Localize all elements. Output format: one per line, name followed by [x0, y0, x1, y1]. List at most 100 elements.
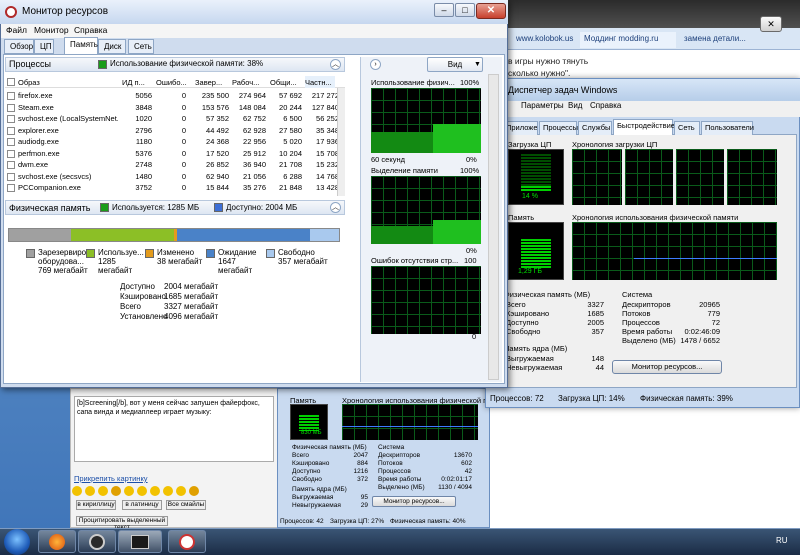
col-private[interactable]: Частн...	[305, 76, 335, 88]
summary-total-value: 3327 мегабайт	[164, 302, 219, 311]
process-name[interactable]: PCCompanion.exe	[18, 183, 118, 192]
browser-close-icon[interactable]: ✕	[760, 16, 782, 32]
browser-tab-1[interactable]: www.kolobok.us	[512, 32, 574, 48]
rm-tab-cpu[interactable]: ЦП	[34, 39, 54, 54]
tm2-menu-view[interactable]: Вид	[568, 101, 582, 110]
start-button[interactable]	[4, 529, 30, 555]
process-checkbox[interactable]	[7, 149, 15, 158]
graph2-max: 100%	[460, 166, 480, 175]
process-cell: 3752	[135, 183, 152, 192]
process-name[interactable]: svchost.exe (secsvcs)	[18, 172, 118, 181]
process-cell: 62 928	[243, 125, 266, 135]
tm3-kernel-table: Выгружаемая 95 Невыгружаемая 29	[292, 494, 368, 509]
process-cell: 15 844	[206, 183, 229, 192]
browser-tab-2[interactable]: Моддинг modding.ru	[580, 32, 676, 48]
all-smileys-button[interactable]: Все смайлы	[166, 500, 206, 510]
tm2-menu-options[interactable]: Параметры	[521, 101, 564, 110]
col-image[interactable]: Образ	[18, 78, 113, 87]
col-shareable[interactable]: Общи...	[270, 78, 302, 87]
maximize-icon[interactable]: □	[455, 3, 475, 17]
tm2-tab-network[interactable]: Сеть	[674, 121, 700, 135]
taskbar-taskmgr-icon[interactable]	[118, 530, 162, 553]
rm-menu-help[interactable]: Справка	[74, 25, 107, 35]
col-working-set[interactable]: Рабоч...	[232, 78, 264, 87]
language-indicator[interactable]: RU	[776, 536, 788, 545]
tm2-menu-help[interactable]: Справка	[590, 101, 621, 110]
smiley-icon[interactable]	[111, 486, 121, 496]
process-name[interactable]: audiodg.exe	[18, 137, 118, 146]
taskbar-steam-icon[interactable]	[78, 530, 116, 553]
process-checkbox[interactable]	[7, 138, 15, 146]
tm2-resource-monitor-button[interactable]: Монитор ресурсов...	[612, 360, 722, 374]
tm2-system-title: Система	[622, 290, 653, 299]
rm-tab-overview[interactable]: Обзор	[4, 39, 34, 54]
tm2-system-table: Дескрипторов 20965 Потоков 779 Процессов 72…	[622, 300, 720, 345]
graph2-title: Выделение памяти	[371, 166, 438, 175]
process-checkbox[interactable]	[7, 92, 15, 100]
summary-installed-label: Установлено	[120, 312, 168, 321]
browser-tab-3[interactable]: замена детали...	[680, 32, 780, 48]
category-swatch	[266, 249, 275, 258]
tm3-system-table: Дескрипторов 13670 Потоков 602 Процессов 42…	[378, 452, 472, 491]
process-cell: 57 692	[279, 91, 302, 100]
attach-image-link[interactable]: Прикрепить картинку	[74, 474, 148, 483]
smiley-icon[interactable]	[163, 486, 173, 496]
taskbar-firefox-icon[interactable]	[38, 530, 76, 553]
minimize-icon[interactable]: –	[434, 3, 454, 17]
process-name[interactable]: explorer.exe	[18, 126, 118, 135]
graph2-commit	[371, 176, 481, 244]
category-swatch	[86, 249, 95, 258]
taskbar-perfmon-icon[interactable]	[168, 530, 206, 553]
smiley-icon[interactable]	[72, 486, 82, 496]
process-name[interactable]: Steam.exe	[18, 103, 118, 112]
graph-pane-scrollbar[interactable]	[488, 74, 499, 380]
rm-tab-memory[interactable]: Память	[64, 37, 98, 55]
post-textarea[interactable]: [b]Screening[/b], вот у меня сейчас запу…	[74, 396, 274, 462]
process-checkbox[interactable]	[7, 115, 15, 123]
category-value: 1647 мегабайт	[218, 257, 253, 275]
rm-menu-file[interactable]: Файл	[6, 25, 27, 35]
col-faults[interactable]: Ошибо...	[156, 78, 190, 87]
smiley-icon[interactable]	[98, 486, 108, 496]
smiley-icon[interactable]	[137, 486, 147, 496]
graph-pane-toggle-icon[interactable]: ›	[370, 59, 381, 70]
smiley-icon[interactable]	[85, 486, 95, 496]
quote-selected-button[interactable]: Процитировать выделенный текст	[76, 516, 168, 531]
rm-tab-network[interactable]: Сеть	[128, 39, 154, 54]
view-dropdown-icon[interactable]: ▼	[472, 57, 483, 72]
smiley-icon[interactable]	[189, 486, 199, 496]
col-commit[interactable]: Завер...	[195, 78, 227, 87]
graph3-title: Ошибок отсутствия стр...	[371, 256, 459, 265]
rm-menu-monitor[interactable]: Монитор	[34, 25, 69, 35]
tm2-tab-performance[interactable]: Быстродействие	[613, 119, 675, 135]
processes-scrollbar[interactable]	[337, 88, 345, 196]
tm2-tab-processes[interactable]: Процессы	[539, 121, 578, 135]
rm-tab-disk[interactable]: Диск	[98, 39, 126, 54]
cyrillic-button[interactable]: в кириллицу	[76, 500, 116, 510]
close-icon[interactable]: ✕	[476, 3, 506, 19]
summary-cached-value: 1685 мегабайт	[164, 292, 219, 301]
select-all-checkbox[interactable]	[7, 78, 15, 86]
process-checkbox[interactable]	[7, 103, 15, 112]
smiley-icon[interactable]	[150, 486, 160, 496]
process-checkbox[interactable]	[7, 161, 15, 169]
rm-title: Монитор ресурсов	[0, 0, 508, 24]
tm3-physical-table: Всего 2047 Кэшировано 884 Доступно 1216 Сво…	[292, 452, 368, 483]
process-name[interactable]: firefox.exe	[18, 91, 118, 100]
process-checkbox[interactable]	[7, 172, 15, 181]
col-pid[interactable]: ИД п...	[122, 78, 156, 87]
processes-collapse-icon[interactable]: ︿	[330, 59, 341, 70]
process-checkbox[interactable]	[7, 126, 15, 135]
latin-button[interactable]: в латиницу	[122, 500, 162, 510]
tm2-tab-services[interactable]: Службы	[578, 121, 612, 135]
tm3-resource-monitor-button[interactable]: Монитор ресурсов...	[372, 496, 456, 507]
physical-collapse-icon[interactable]: ︿	[330, 202, 341, 213]
process-name[interactable]: dwm.exe	[18, 160, 118, 169]
process-checkbox[interactable]	[7, 184, 15, 192]
process-name[interactable]: svchost.exe (LocalSystemNet...	[18, 114, 118, 123]
smiley-icon[interactable]	[124, 486, 134, 496]
graph3-hard-faults	[371, 266, 481, 334]
process-name[interactable]: perfmon.exe	[18, 149, 118, 158]
tm2-tab-users[interactable]: Пользователи	[701, 121, 754, 135]
smiley-icon[interactable]	[176, 486, 186, 496]
